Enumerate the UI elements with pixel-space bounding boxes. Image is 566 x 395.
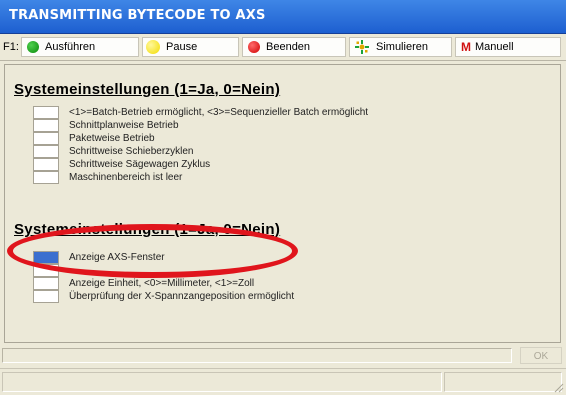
run-button-label: Ausführen [45,41,96,53]
setting-checkbox[interactable] [33,171,59,184]
bottom-panel-left [2,372,442,392]
red-circle-icon [248,41,260,53]
setting-label: Schnittplanweise Betrieb [69,120,179,131]
stop-button[interactable]: Beenden [242,37,346,57]
toolbar-prefix: F1: [3,41,19,53]
setting-checkbox[interactable] [33,145,59,158]
setting-label: Überprüfung der X-Spannzangeposition erm… [69,291,295,302]
settings-panel: Systemeinstellungen (1=Ja, 0=Nein) <1>=B… [4,64,561,343]
ok-button[interactable]: OK [520,347,562,364]
window-title: TRANSMITTING BYTECODE TO AXS [9,8,266,23]
pause-button-label: Pause [166,41,198,53]
setting-checkbox[interactable] [33,106,59,119]
simulate-button-label: Simulieren [376,41,428,53]
pause-button[interactable]: Pause [142,37,239,57]
manual-button[interactable]: M Manuell [455,37,561,57]
manual-button-label: Manuell [475,41,514,53]
stop-button-label: Beenden [266,41,311,53]
bottom-panel-right [444,372,562,392]
run-button[interactable]: Ausführen [21,37,139,57]
setting-label: Schrittweise Sägewagen Zyklus [69,159,211,170]
simulate-icon [355,40,369,54]
toolbar: F1: Ausführen Pause Beenden Simulieren M… [0,34,566,61]
status-bar: OK [0,345,566,366]
yellow-circle-icon [146,40,160,54]
bottom-bar [0,368,566,395]
setting-label: Maschinenbereich ist leer [69,172,183,183]
section1-heading: Systemeinstellungen (1=Ja, 0=Nein) [14,81,281,98]
status-field [2,348,512,363]
setting-checkbox[interactable] [33,119,59,132]
setting-label: Schrittweise Schieberzyklen [69,146,194,157]
green-circle-icon [27,41,39,53]
simulate-button[interactable]: Simulieren [349,37,452,57]
highlight-annotation [7,224,298,278]
setting-label: Paketweise Betrieb [69,133,155,144]
title-bar: TRANSMITTING BYTECODE TO AXS [0,0,566,34]
setting-label: Anzeige Einheit, <0>=Millimeter, <1>=Zol… [69,278,255,289]
resize-grip-icon[interactable] [552,381,564,393]
setting-label: <1>=Batch-Betrieb ermöglicht, <3>=Sequen… [69,107,369,118]
setting-checkbox[interactable] [33,158,59,171]
setting-checkbox[interactable] [33,290,59,303]
setting-checkbox[interactable] [33,132,59,145]
setting-checkbox[interactable] [33,277,59,290]
m-icon: M [461,40,471,54]
